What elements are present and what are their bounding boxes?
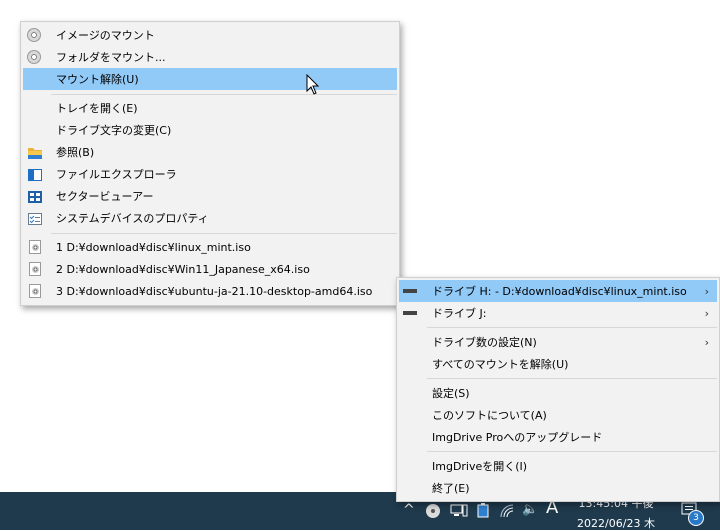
sector-viewer-icon (27, 189, 43, 205)
menu-item-file-explorer[interactable]: ファイルエクスプローラ (23, 163, 397, 185)
drive-icon (403, 311, 417, 315)
chevron-right-icon: › (704, 335, 709, 349)
menu-item-browse[interactable]: 参照(B) (23, 141, 397, 163)
iso-file-icon (29, 240, 41, 254)
menu-item-mount-folder[interactable]: フォルダをマウント... (23, 46, 397, 68)
menu-item-settings[interactable]: 設定(S) (399, 382, 717, 404)
menu-item-recent-2[interactable]: 2 D:¥download¥disc¥Win11_Japanese_x64.is… (23, 258, 397, 280)
menu-item-drive-j[interactable]: ドライブ J: › (399, 302, 717, 324)
imgdrive-tray-icon[interactable] (425, 503, 441, 523)
network-computer-icon[interactable] (450, 503, 468, 523)
chevron-up-icon[interactable]: ^ (403, 502, 415, 518)
menu-item-recent-3[interactable]: 3 D:¥download¥disc¥ubuntu-ja-21.10-deskt… (23, 280, 397, 302)
imgdrive-tray-menu: ドライブ H: - D:¥download¥disc¥linux_mint.is… (396, 277, 720, 502)
menu-separator (51, 233, 397, 234)
volume-icon[interactable]: 🔈 (522, 502, 538, 518)
menu-item-drive-count[interactable]: ドライブ数の設定(N) › (399, 331, 717, 353)
chevron-right-icon: › (704, 306, 709, 320)
menu-item-unmount-all[interactable]: すべてのマウントを解除(U) (399, 353, 717, 375)
imgdrive-context-menu: イメージのマウント フォルダをマウント... マウント解除(U) トレイを開く(… (20, 21, 400, 306)
notification-count-badge: 3 (688, 510, 704, 526)
battery-icon[interactable] (477, 503, 489, 523)
properties-icon (27, 211, 43, 227)
menu-item-unmount[interactable]: マウント解除(U) (23, 68, 397, 90)
folder-icon (27, 145, 43, 161)
menu-item-change-drive-letter[interactable]: ドライブ文字の変更(C) (23, 119, 397, 141)
menu-item-device-properties[interactable]: システムデバイスのプロパティ (23, 207, 397, 229)
clock-date: 2022/06/23 木 (577, 517, 655, 530)
explorer-icon (27, 167, 43, 183)
disc-icon (27, 50, 41, 64)
menu-separator (427, 378, 717, 379)
iso-file-icon (29, 262, 41, 276)
menu-item-mount-image[interactable]: イメージのマウント (23, 24, 397, 46)
menu-separator (51, 94, 397, 95)
menu-separator (427, 327, 717, 328)
wifi-icon[interactable] (499, 503, 515, 523)
menu-item-open-imgdrive[interactable]: ImgDriveを開く(I) (399, 455, 717, 477)
menu-item-drive-h[interactable]: ドライブ H: - D:¥download¥disc¥linux_mint.is… (399, 280, 717, 302)
disc-icon (27, 28, 41, 42)
menu-item-sector-viewer[interactable]: セクタービューアー (23, 185, 397, 207)
menu-item-about[interactable]: このソフトについて(A) (399, 404, 717, 426)
menu-item-open-tray[interactable]: トレイを開く(E) (23, 97, 397, 119)
mouse-cursor-icon (306, 73, 320, 96)
ime-mode[interactable]: A (546, 499, 558, 517)
chevron-right-icon: › (704, 284, 709, 298)
iso-file-icon (29, 284, 41, 298)
menu-separator (427, 451, 717, 452)
drive-icon (403, 289, 417, 293)
menu-item-upgrade[interactable]: ImgDrive Proへのアップグレード (399, 426, 717, 448)
menu-item-recent-1[interactable]: 1 D:¥download¥disc¥linux_mint.iso (23, 236, 397, 258)
menu-item-exit[interactable]: 終了(E) (399, 477, 717, 499)
